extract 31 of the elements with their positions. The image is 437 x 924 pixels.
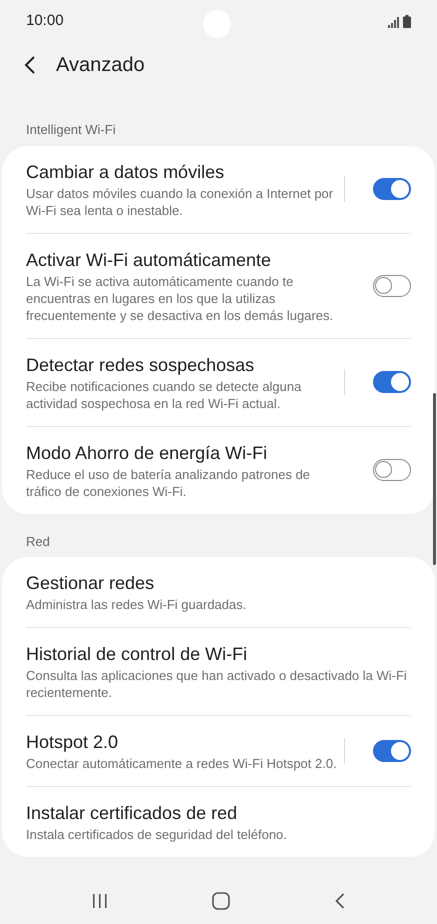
setting-title[interactable]: Detectar redes sospechosas (26, 352, 340, 376)
setting-description: Conectar automáticamente a redes Wi-Fi Hotspot 2.0. (26, 755, 338, 772)
back-nav-icon[interactable] (334, 893, 345, 909)
toggle-switch[interactable] (373, 740, 411, 762)
setting-description: Administra las redes Wi-Fi guardadas. (26, 596, 248, 613)
signal-icon (388, 16, 400, 28)
section-label: Intelligent Wi-Fi (25, 121, 117, 139)
toggle-switch[interactable] (373, 178, 411, 200)
setting-description: Consulta las aplicaciones que han activado o desactivado la Wi-Fi recientemente. (26, 667, 408, 701)
setting-description: Recibe notificaciones cuando se detecte alguna actividad sospechosa en la red Wi-Fi actual. (26, 378, 302, 412)
page-title: Avanzado (56, 53, 145, 78)
setting-title[interactable]: Instalar certificados de red (26, 801, 411, 825)
setting-title[interactable]: Cambiar a datos móviles (26, 160, 340, 184)
setting-description: Instala certificados de seguridad del teléfono. (26, 826, 288, 843)
toggle-switch[interactable] (373, 459, 411, 481)
setting-description: La Wi-Fi se activa automáticamente cuando te encuentras en lugares en los que la utilizas frecuentemente y se desactiva en los demás lugares. (26, 272, 334, 324)
toggle-switch[interactable] (373, 371, 411, 393)
status-time: 10:00 (26, 10, 64, 31)
home-icon[interactable] (212, 892, 230, 910)
recent-apps-icon[interactable] (92, 893, 108, 909)
setting-title[interactable]: Hotspot 2.0 (26, 730, 340, 754)
setting-title[interactable]: Modo Ahorro de energía Wi-Fi (26, 440, 340, 464)
back-icon[interactable] (24, 55, 36, 75)
setting-title[interactable]: Historial de control de Wi-Fi (26, 642, 411, 666)
setting-title[interactable]: Gestionar redes (26, 571, 411, 595)
setting-description: Reduce el uso de batería analizando patrones de tráfico de conexiones Wi-Fi. (26, 466, 312, 500)
toggle-switch[interactable] (373, 274, 411, 296)
section-label: Red (25, 532, 51, 550)
setting-title[interactable]: Activar Wi-Fi automáticamente (26, 248, 340, 272)
battery-icon (403, 14, 411, 28)
setting-description: Usar datos móviles cuando la conexión a Internet por Wi-Fi sea lenta o inestable. (26, 184, 334, 218)
